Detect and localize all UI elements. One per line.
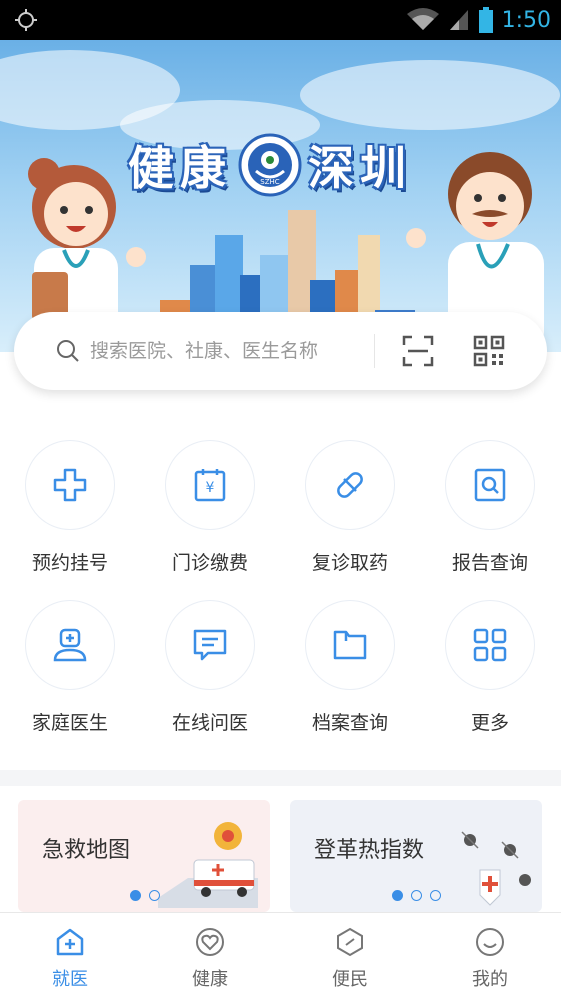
tab-profile[interactable]: 我的 (420, 913, 560, 1000)
service-online-consult[interactable]: 在线问医 (140, 600, 280, 735)
pill-icon (337, 472, 363, 498)
svg-text:¥: ¥ (206, 480, 215, 496)
carousel-dots (392, 890, 441, 901)
search-icon (57, 340, 79, 362)
service-payment[interactable]: ¥ 门诊缴费 (140, 440, 280, 575)
service-label: 在线问医 (171, 712, 248, 734)
tab-convenience[interactable]: 便民 (280, 913, 420, 1000)
bottom-tab-bar: 就医 健康 便民 我的 (0, 912, 561, 999)
carousel-dot (392, 890, 403, 901)
carousel-dot (411, 890, 422, 901)
service-report[interactable]: 报告查询 (420, 440, 560, 575)
battery-icon (478, 7, 493, 33)
tab-label: 就医 (52, 969, 88, 990)
service-medicine[interactable]: 复诊取药 (280, 440, 420, 575)
carousel-dot (130, 890, 141, 901)
chat-icon (193, 629, 227, 661)
heart-icon (196, 928, 224, 956)
logo-text: SZHC (260, 178, 280, 186)
service-label: 预约挂号 (31, 552, 108, 574)
search-placeholder[interactable]: 搜索医院、社康、医生名称 (90, 336, 318, 363)
hero-banner: 健康 SZHC 深圳 (0, 40, 561, 352)
tab-medical[interactable]: 就医 (0, 913, 140, 1000)
service-label: 档案查询 (311, 712, 388, 734)
grid-icon (473, 628, 507, 662)
service-records[interactable]: 档案查询 (280, 600, 420, 735)
status-time: 1:50 (501, 7, 551, 33)
signal-icon (449, 10, 468, 30)
status-bar: 1:50 (0, 0, 561, 40)
report-search-icon (474, 468, 506, 502)
qr-code-icon[interactable] (473, 335, 505, 367)
banner-title: 健康 SZHC 深圳 (128, 132, 412, 198)
service-more[interactable]: 更多 (420, 600, 560, 735)
yuan-bill-icon: ¥ (194, 469, 226, 502)
service-label: 家庭医生 (31, 712, 108, 734)
tab-label: 便民 (332, 969, 368, 990)
scan-icon[interactable] (402, 335, 434, 367)
search-bar[interactable]: 搜索医院、社康、医生名称 (14, 312, 547, 390)
doctor-icon (53, 628, 87, 662)
card-title: 登革热指数 (314, 838, 425, 863)
location-icon (15, 9, 37, 31)
banner-title-right: 深圳 (308, 141, 412, 195)
service-label: 更多 (470, 712, 509, 734)
service-label: 报告查询 (451, 552, 528, 574)
search-divider (374, 334, 375, 368)
tab-label: 我的 (472, 969, 508, 990)
card-title: 急救地图 (42, 838, 131, 863)
service-label: 门诊缴费 (171, 552, 248, 574)
mosquito-illustration (461, 831, 531, 906)
carousel-dot (149, 890, 160, 901)
hospital-icon (56, 928, 84, 956)
tab-health[interactable]: 健康 (140, 913, 280, 1000)
tab-label: 健康 (192, 969, 228, 990)
szhc-logo: SZHC (238, 133, 302, 197)
carousel-dots (130, 890, 160, 901)
service-label: 复诊取药 (311, 552, 388, 574)
service-appointment[interactable]: 预约挂号 (0, 440, 140, 575)
service-family-doctor[interactable]: 家庭医生 (0, 600, 140, 735)
smile-icon (476, 928, 504, 956)
shield-icon (337, 927, 363, 957)
wifi-icon (406, 8, 439, 30)
emergency-map-card[interactable]: 急救地图 (18, 800, 270, 912)
dengue-index-card[interactable]: 登革热指数 (290, 800, 542, 912)
carousel-dot (430, 890, 441, 901)
plus-cross-icon (53, 468, 87, 502)
folder-icon (333, 630, 367, 660)
ambulance-illustration (158, 822, 258, 908)
section-divider (0, 770, 561, 786)
